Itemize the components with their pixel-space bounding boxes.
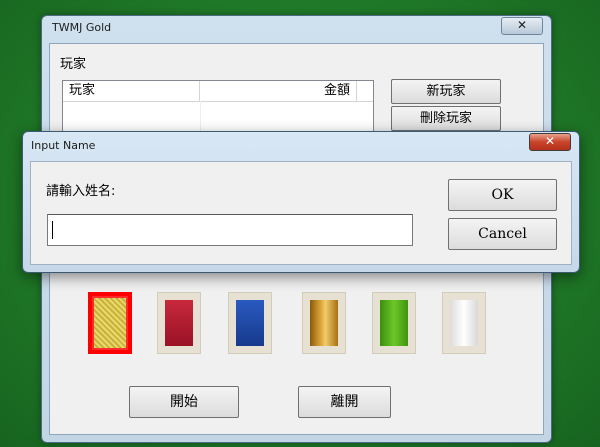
column-header-amount[interactable]: 金額 (200, 81, 357, 101)
ok-button[interactable]: OK (448, 179, 557, 211)
players-list-header: 玩家 金額 (63, 81, 373, 102)
close-icon: ✕ (516, 18, 528, 32)
tile-back-yellow[interactable] (88, 292, 132, 354)
cancel-button[interactable]: Cancel (448, 218, 557, 250)
dialog-title: Input Name (31, 139, 96, 152)
tile-face-yellow (94, 298, 126, 348)
dialog-client-area: 請輸入姓名: OK Cancel (30, 161, 572, 265)
input-name-dialog: Input Name ✕ 請輸入姓名: OK Cancel (22, 131, 580, 273)
tile-back-gold[interactable] (302, 292, 346, 354)
close-icon: ✕ (544, 134, 556, 148)
tile-back-blue[interactable] (228, 292, 272, 354)
tile-face-white (450, 300, 478, 346)
dialog-close-button[interactable]: ✕ (529, 133, 571, 151)
tile-back-green[interactable] (372, 292, 416, 354)
tile-face-gold (310, 300, 338, 346)
exit-button[interactable]: 離開 (298, 386, 391, 418)
new-player-button[interactable]: 新玩家 (391, 79, 501, 104)
tile-back-red[interactable] (157, 292, 201, 354)
text-caret (52, 221, 53, 239)
column-header-player[interactable]: 玩家 (63, 81, 200, 101)
name-input[interactable] (47, 214, 413, 246)
name-prompt: 請輸入姓名: (46, 184, 116, 199)
delete-player-button[interactable]: 刪除玩家 (391, 106, 501, 131)
players-group-label: 玩家 (60, 57, 87, 72)
window-title: TWMJ Gold (52, 21, 112, 34)
tile-face-red (165, 300, 193, 346)
start-button[interactable]: 開始 (129, 386, 239, 418)
tile-face-blue (236, 300, 264, 346)
tile-face-green (380, 300, 408, 346)
close-button[interactable]: ✕ (501, 17, 543, 35)
tile-back-white[interactable] (442, 292, 486, 354)
